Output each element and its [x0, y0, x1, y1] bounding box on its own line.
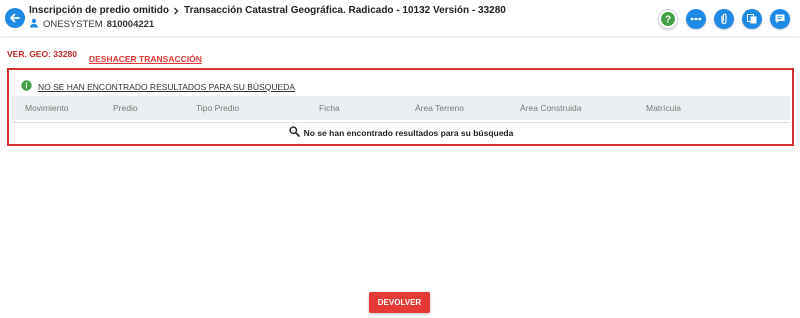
- return-button[interactable]: DEVOLVER: [369, 292, 430, 313]
- geo-version-label: VER. GEO: 33280: [7, 49, 77, 59]
- column-header-tipo-predio[interactable]: Tipo Predio: [196, 103, 239, 113]
- user-icon: [29, 18, 39, 31]
- info-icon: [21, 80, 32, 93]
- chevron-right-icon: [173, 7, 180, 15]
- header-actions: ?: [658, 9, 790, 29]
- back-button[interactable]: [5, 8, 25, 28]
- column-header-predio[interactable]: Predio: [113, 103, 138, 113]
- breadcrumb-item-process[interactable]: Inscripción de predio omitido: [29, 5, 169, 16]
- column-header-matricula[interactable]: Matrícula: [646, 103, 681, 113]
- more-icon: [690, 17, 702, 21]
- svg-text:?: ?: [665, 15, 671, 26]
- app-header: Inscripción de predio omitido Transacció…: [0, 0, 800, 36]
- attachments-button[interactable]: [714, 9, 734, 29]
- no-results-notice: NO SE HAN ENCONTRADO RESULTADOS PARA SU …: [21, 80, 295, 93]
- results-panel: NO SE HAN ENCONTRADO RESULTADOS PARA SU …: [7, 68, 794, 146]
- column-header-area-construida[interactable]: Área Construida: [520, 103, 581, 113]
- copy-icon: [747, 14, 757, 24]
- table-header: Movimiento Predio Tipo Predio Ficha Área…: [12, 96, 790, 120]
- empty-message: No se han encontrado resultados para su …: [303, 127, 514, 138]
- arrow-left-icon: [10, 13, 20, 23]
- comments-button[interactable]: [770, 9, 790, 29]
- notice-text: NO SE HAN ENCONTRADO RESULTADOS PARA SU …: [38, 81, 295, 92]
- attach-icon: [721, 13, 727, 25]
- column-header-area-terreno[interactable]: Área Terreno: [415, 103, 464, 113]
- search-icon: [289, 124, 300, 142]
- user-name: ONESYSTEM: [43, 19, 103, 30]
- breadcrumb: Inscripción de predio omitido Transacció…: [29, 5, 506, 16]
- column-header-ficha[interactable]: Ficha: [319, 103, 340, 113]
- help-button[interactable]: ?: [658, 9, 678, 29]
- table-empty-row: No se han encontrado resultados para su …: [12, 122, 790, 142]
- help-icon: ?: [661, 12, 675, 26]
- copy-button[interactable]: [742, 9, 762, 29]
- more-options-button[interactable]: [686, 9, 706, 29]
- user-id: 810004221: [106, 19, 155, 30]
- breadcrumb-item-transaction: Transacción Catastral Geográfica. Radica…: [184, 5, 506, 16]
- comments-icon: [775, 14, 785, 24]
- undo-transaction-link[interactable]: DESHACER TRANSACCIÓN: [89, 54, 202, 64]
- column-header-movimiento[interactable]: Movimiento: [25, 103, 68, 113]
- user-info: ONESYSTEM 810004221: [29, 18, 154, 31]
